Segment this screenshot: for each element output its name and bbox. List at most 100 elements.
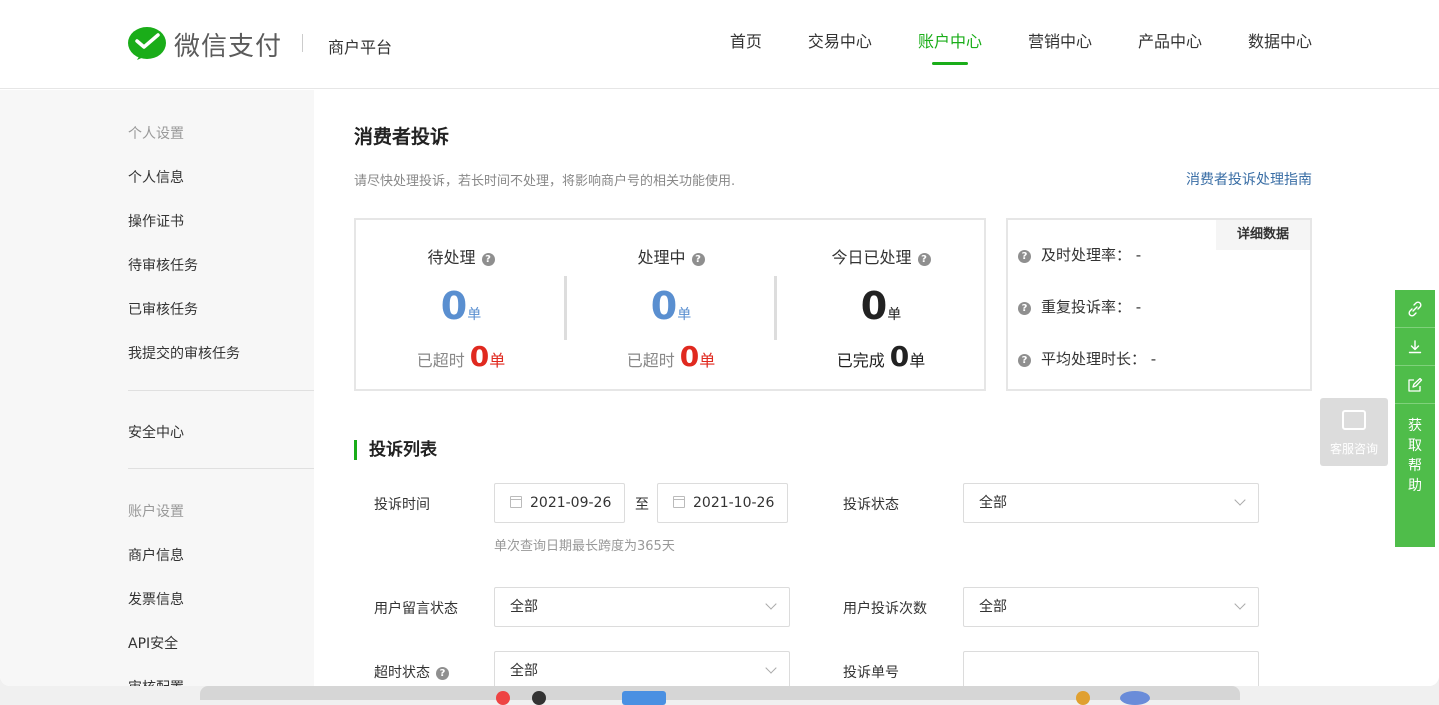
help-icon[interactable]: ?	[1018, 302, 1031, 315]
complaint-guide-link[interactable]: 消费者投诉处理指南	[1186, 169, 1312, 189]
timeout-label-text: 超时状态	[374, 665, 430, 681]
status-select[interactable]: 全部	[963, 483, 1259, 523]
platform-title: 商户平台	[328, 38, 393, 57]
get-help-button[interactable]: 获取帮助	[1395, 404, 1435, 547]
edit-icon	[1408, 377, 1423, 392]
stat-today-label: 今日已处理	[831, 248, 912, 267]
download-tool-button[interactable]	[1395, 328, 1435, 366]
floating-toolbar: 获取帮助	[1395, 290, 1435, 547]
stat-unit: 单	[489, 351, 506, 370]
sidebar-item-review-config[interactable]: 审核配置	[128, 677, 184, 686]
dock-app-icon[interactable]	[1076, 691, 1090, 705]
timeout-select-value: 全部	[510, 663, 538, 679]
date-from-input[interactable]: 2021-09-26	[494, 483, 625, 523]
stat-unit: 单	[699, 351, 716, 370]
msg-status-select[interactable]: 全部	[494, 587, 790, 627]
rate-repeat: ? 重复投诉率： -	[1018, 296, 1141, 317]
chevron-down-icon	[1234, 494, 1246, 506]
link-icon	[1408, 300, 1422, 317]
dock-app-icon[interactable]	[622, 691, 666, 705]
detail-data-button[interactable]: 详细数据	[1216, 220, 1310, 250]
timeout-select[interactable]: 全部	[494, 651, 790, 686]
stat-unit: 单	[677, 307, 692, 323]
rate-value: -	[1135, 246, 1142, 264]
browser-window: 微信支付 商户平台 首页 交易中心 账户中心 营销中心 产品中心 数据中心 个人…	[0, 0, 1439, 686]
chevron-down-icon	[765, 598, 777, 610]
stat-pending-timeout-value: 0	[469, 340, 490, 373]
help-icon[interactable]: ?	[436, 667, 449, 680]
sidebar-group-account: 账户设置	[128, 504, 184, 520]
rate-value: -	[1135, 298, 1142, 316]
sidebar-item-invoice-info[interactable]: 发票信息	[128, 589, 184, 609]
stat-pending-value: 0	[440, 284, 468, 328]
stat-sub-label: 已超时	[416, 351, 465, 370]
help-icon[interactable]: ?	[691, 253, 705, 266]
order-label: 投诉单号	[843, 665, 899, 681]
chat-bubble-icon	[1342, 410, 1366, 430]
calendar-icon	[673, 496, 685, 508]
rate-value: -	[1150, 350, 1157, 368]
stat-processing-label: 处理中	[637, 248, 686, 267]
help-icon[interactable]: ?	[481, 253, 495, 266]
nav-data-center[interactable]: 数据中心	[1248, 0, 1312, 89]
date-to-value: 2021-10-26	[693, 495, 775, 511]
rate-timely: ? 及时处理率： -	[1018, 244, 1141, 265]
top-header: 微信支付 商户平台 首页 交易中心 账户中心 营销中心 产品中心 数据中心	[0, 0, 1439, 89]
rate-avg-duration: ? 平均处理时长： -	[1018, 348, 1156, 369]
nav-account-center[interactable]: 账户中心	[918, 0, 982, 89]
dock-app-icon[interactable]	[532, 691, 546, 705]
download-icon	[1408, 339, 1422, 353]
sidebar-item-api-security[interactable]: API安全	[128, 633, 178, 653]
date-from-value: 2021-09-26	[530, 495, 612, 511]
logo-text: 微信支付	[174, 31, 283, 62]
dock-app-icon[interactable]	[496, 691, 510, 705]
sidebar-item-merchant-info[interactable]: 商户信息	[128, 545, 184, 565]
stat-unit: 单	[909, 351, 926, 370]
nav-product-center[interactable]: 产品中心	[1138, 0, 1202, 89]
count-label: 用户投诉次数	[843, 601, 927, 617]
sidebar-item-reviewed[interactable]: 已审核任务	[128, 299, 198, 319]
timeout-label: 超时状态?	[374, 662, 449, 682]
get-help-label: 获取帮助	[1408, 418, 1422, 494]
sidebar-item-pending-review[interactable]: 待审核任务	[128, 255, 198, 275]
sidebar-item-personal-info[interactable]: 个人信息	[128, 167, 184, 187]
customer-service-label: 客服咨询	[1329, 442, 1378, 456]
link-tool-button[interactable]	[1395, 290, 1435, 328]
stat-unit: 单	[887, 307, 902, 323]
sidebar-item-my-submitted[interactable]: 我提交的审核任务	[128, 343, 240, 363]
sidebar-item-security[interactable]: 安全中心	[128, 422, 184, 442]
chevron-down-icon	[1234, 598, 1246, 610]
count-select-value: 全部	[979, 599, 1007, 615]
count-select[interactable]: 全部	[963, 587, 1259, 627]
date-to-input[interactable]: 2021-10-26	[657, 483, 788, 523]
nav-trade-center[interactable]: 交易中心	[808, 0, 872, 89]
nav-marketing-center[interactable]: 营销中心	[1028, 0, 1092, 89]
customer-service-button[interactable]: 客服咨询	[1320, 398, 1388, 466]
msg-status-label: 用户留言状态	[374, 601, 458, 617]
dock-app-icon[interactable]	[1120, 691, 1150, 705]
nav-home[interactable]: 首页	[730, 0, 762, 89]
page-title: 消费者投诉	[354, 126, 450, 148]
stat-today-value: 0	[860, 284, 888, 328]
stat-today-done: 今日已处理? 0单 已完成 0单	[776, 220, 986, 390]
help-icon[interactable]: ?	[1018, 250, 1031, 263]
date-hint: 单次查询日期最长跨度为365天	[494, 539, 675, 554]
rate-label: 平均处理时长：	[1041, 350, 1147, 368]
stat-pending: 待处理? 0单 已超时 0单	[356, 220, 566, 390]
help-icon[interactable]: ?	[1018, 354, 1031, 367]
help-icon[interactable]: ?	[917, 253, 931, 266]
logo-divider	[302, 34, 303, 52]
edit-tool-button[interactable]	[1395, 366, 1435, 404]
stat-unit: 单	[467, 307, 482, 323]
time-label: 投诉时间	[374, 497, 430, 513]
wechat-pay-logo[interactable]: 微信支付	[128, 26, 282, 62]
page-description: 请尽快处理投诉，若长时间不处理，将影响商户号的相关功能使用.	[354, 174, 736, 189]
wechat-pay-logo-icon	[128, 27, 166, 60]
order-number-input[interactable]	[963, 651, 1259, 686]
msg-status-select-value: 全部	[510, 599, 538, 615]
date-range-separator: 至	[635, 497, 649, 513]
sidebar-divider	[128, 468, 314, 469]
sidebar-group-personal: 个人设置	[128, 126, 184, 142]
sidebar-item-operation-cert[interactable]: 操作证书	[128, 211, 184, 231]
rate-label: 重复投诉率：	[1041, 298, 1132, 316]
